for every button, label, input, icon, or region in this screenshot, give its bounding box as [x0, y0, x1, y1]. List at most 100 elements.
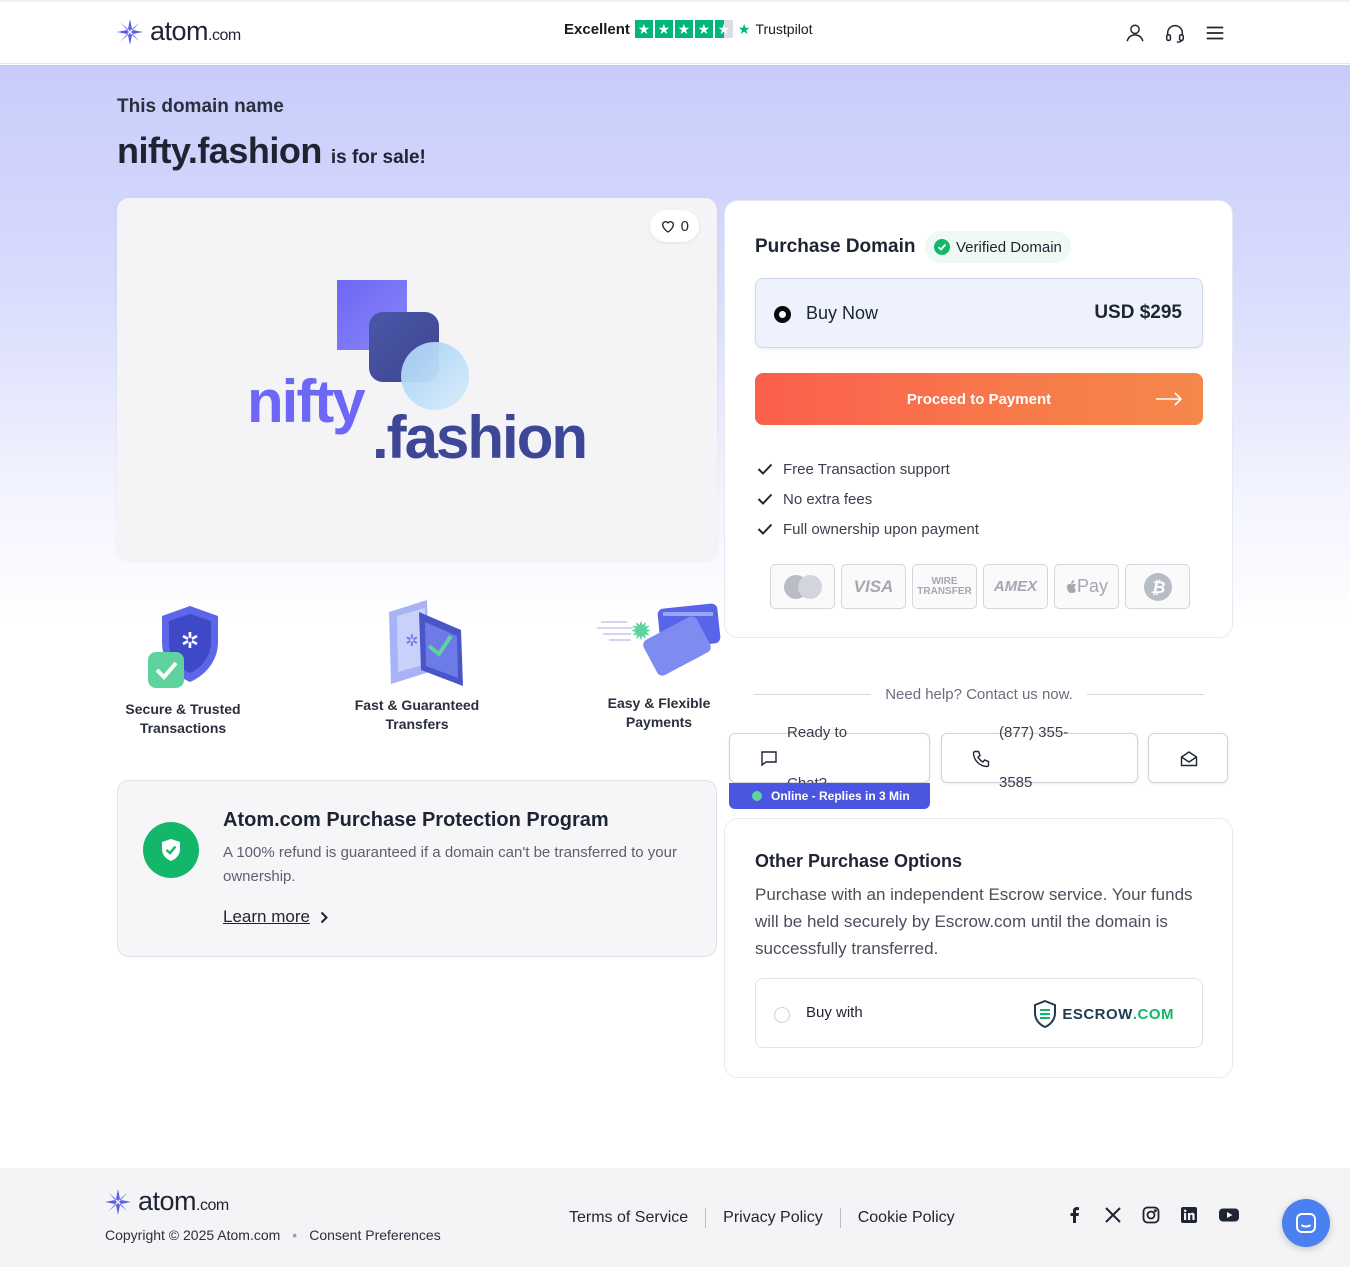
consent-preferences-link[interactable]: Consent Preferences [309, 1227, 441, 1243]
domain-logo-card: 0 nifty .fashion [117, 198, 717, 560]
svg-text:nifty: nifty [247, 368, 366, 435]
cookie-link[interactable]: Cookie Policy [858, 1209, 955, 1227]
live-chat-launcher[interactable] [1282, 1199, 1330, 1247]
buy-now-label: Buy Now [806, 303, 879, 323]
domain-heading: nifty.fashion is for sale! [117, 130, 426, 172]
menu-icon[interactable] [1204, 22, 1226, 44]
escrow-option[interactable]: Buy with ESCROW .COM [755, 978, 1203, 1048]
payment-methods: VISA WIRE TRANSFER AMEX Pay ₿ [770, 564, 1190, 609]
email-button[interactable] [1148, 733, 1228, 783]
brand-name: atom.com [138, 1186, 229, 1216]
verified-label: Verified Domain [956, 238, 1062, 256]
heart-icon [661, 221, 674, 233]
proceed-to-payment-button[interactable]: Proceed to Payment [755, 373, 1203, 425]
terms-link[interactable]: Terms of Service [569, 1209, 688, 1227]
purchase-protection-card: Atom.com Purchase Protection Program A 1… [117, 780, 717, 957]
copyright-text: Copyright © 2025 Atom.com [105, 1227, 281, 1243]
learn-more-label: Learn more [223, 907, 310, 926]
feature-fast-line2: Transfers [385, 716, 449, 732]
half-star-icon: ★ [714, 20, 733, 38]
facebook-icon[interactable] [1066, 1206, 1084, 1224]
star-icon: ★ [654, 20, 673, 38]
purchase-title: Purchase Domain [755, 236, 916, 257]
domain-logo-art: nifty .fashion [247, 280, 587, 466]
youtube-icon[interactable] [1218, 1206, 1240, 1224]
phone-button[interactable]: (877) 355- 3585 [941, 724, 1138, 791]
phone-icon [972, 750, 990, 768]
mastercard-icon [770, 564, 835, 609]
feature-flexible-line2: Payments [625, 714, 693, 730]
atom-logo-icon [117, 18, 143, 45]
trust-stars: ★ ★ ★ ★ ★ [634, 20, 733, 38]
amex-icon: AMEX [983, 564, 1048, 609]
svg-text:.fashion: .fashion [372, 404, 586, 466]
online-dot [752, 791, 762, 801]
svg-text:✲: ✲ [181, 628, 199, 653]
benefit-item: No extra fees [757, 484, 979, 514]
copyright-row: Copyright © 2025 Atom.com • Consent Pref… [105, 1227, 441, 1243]
verified-check-icon [934, 239, 950, 255]
link-divider [839, 1208, 841, 1228]
escrow-option-label: Buy with [806, 1004, 863, 1021]
benefit-item: Full ownership upon payment [757, 514, 979, 544]
link-divider [705, 1208, 707, 1228]
online-text: Online - Replies in 3 Min [771, 789, 910, 803]
benefit-item: Free Transaction support [757, 454, 979, 484]
brand-name: atom.com [150, 16, 241, 46]
payment-cards-icon: ✹ [597, 603, 721, 676]
feature-fast: ✲ Fast & Guaranteed Transfers [346, 598, 488, 734]
phone-label-1: (877) 355- [999, 724, 1069, 741]
social-links [1066, 1206, 1240, 1224]
instagram-icon[interactable] [1142, 1206, 1160, 1224]
chat-button[interactable]: Ready to Chat? [729, 724, 930, 792]
header-actions [1124, 22, 1226, 44]
learn-more-link[interactable]: Learn more [223, 907, 328, 927]
apple-pay-icon: Pay [1054, 564, 1119, 609]
linkedin-icon[interactable] [1180, 1206, 1198, 1224]
feature-fast-line1: Fast & Guaranteed [354, 697, 480, 713]
x-icon[interactable] [1104, 1206, 1122, 1224]
header-logo[interactable]: atom.com [116, 16, 241, 47]
headset-icon[interactable] [1164, 22, 1186, 44]
buy-now-price: USD $295 [1094, 302, 1182, 323]
escrow-logo: ESCROW .COM [1033, 1000, 1174, 1028]
domain-name: nifty.fashion [117, 130, 322, 171]
escrow-suffix: .COM [1132, 1005, 1174, 1023]
chat-icon [761, 751, 777, 767]
site-footer: atom.com Copyright © 2025 Atom.com • Con… [0, 1168, 1350, 1267]
chat-label-1: Ready to [787, 724, 848, 741]
for-sale-label: is for sale! [330, 147, 426, 168]
bitcoin-icon: ₿ [1125, 564, 1190, 609]
help-divider: Need help? Contact us now. [754, 686, 1204, 703]
checkmark-icon [757, 523, 773, 535]
arrow-right-icon [1156, 392, 1183, 406]
online-status: Online - Replies in 3 Min [729, 783, 930, 809]
buy-now-option[interactable]: Buy Now USD $295 [755, 278, 1203, 348]
benefit-text: Full ownership upon payment [783, 520, 979, 538]
benefit-text: No extra fees [783, 490, 873, 508]
user-icon[interactable] [1124, 22, 1146, 44]
svg-text:₿: ₿ [1150, 578, 1165, 598]
footer-logo[interactable]: atom.com [104, 1186, 229, 1217]
trustpilot-rating[interactable]: Excellent ★ ★ ★ ★ ★ ★ Trustpilot [564, 20, 813, 38]
transfer-cards-icon: ✲ [389, 600, 463, 686]
checkmark-icon [757, 493, 773, 505]
separator-dot: • [292, 1227, 298, 1243]
other-options-text: Purchase with an independent Escrow serv… [755, 885, 1193, 958]
feature-flexible-line1: Easy & Flexible [607, 695, 711, 711]
feature-secure-line1: Secure & Trusted [125, 701, 241, 717]
visa-icon: VISA [841, 564, 906, 609]
escrow-shield-icon [1034, 1000, 1057, 1028]
privacy-link[interactable]: Privacy Policy [723, 1209, 823, 1227]
escrow-radio[interactable] [774, 1007, 790, 1023]
benefit-text: Free Transaction support [783, 460, 950, 478]
feature-secure: ✲ Secure & Trusted Transactions [113, 600, 253, 738]
buy-now-radio[interactable] [774, 306, 791, 323]
checkmark-icon [757, 463, 773, 475]
footer-links: Terms of Service Privacy Policy Cookie P… [569, 1208, 955, 1228]
wire-transfer-icon: WIRE TRANSFER [912, 564, 977, 609]
trust-rating-label: Excellent [564, 20, 630, 38]
trustpilot-name: Trustpilot [755, 21, 813, 37]
like-button[interactable]: 0 [649, 210, 699, 242]
phone-label-2: 3585 [999, 774, 1033, 791]
